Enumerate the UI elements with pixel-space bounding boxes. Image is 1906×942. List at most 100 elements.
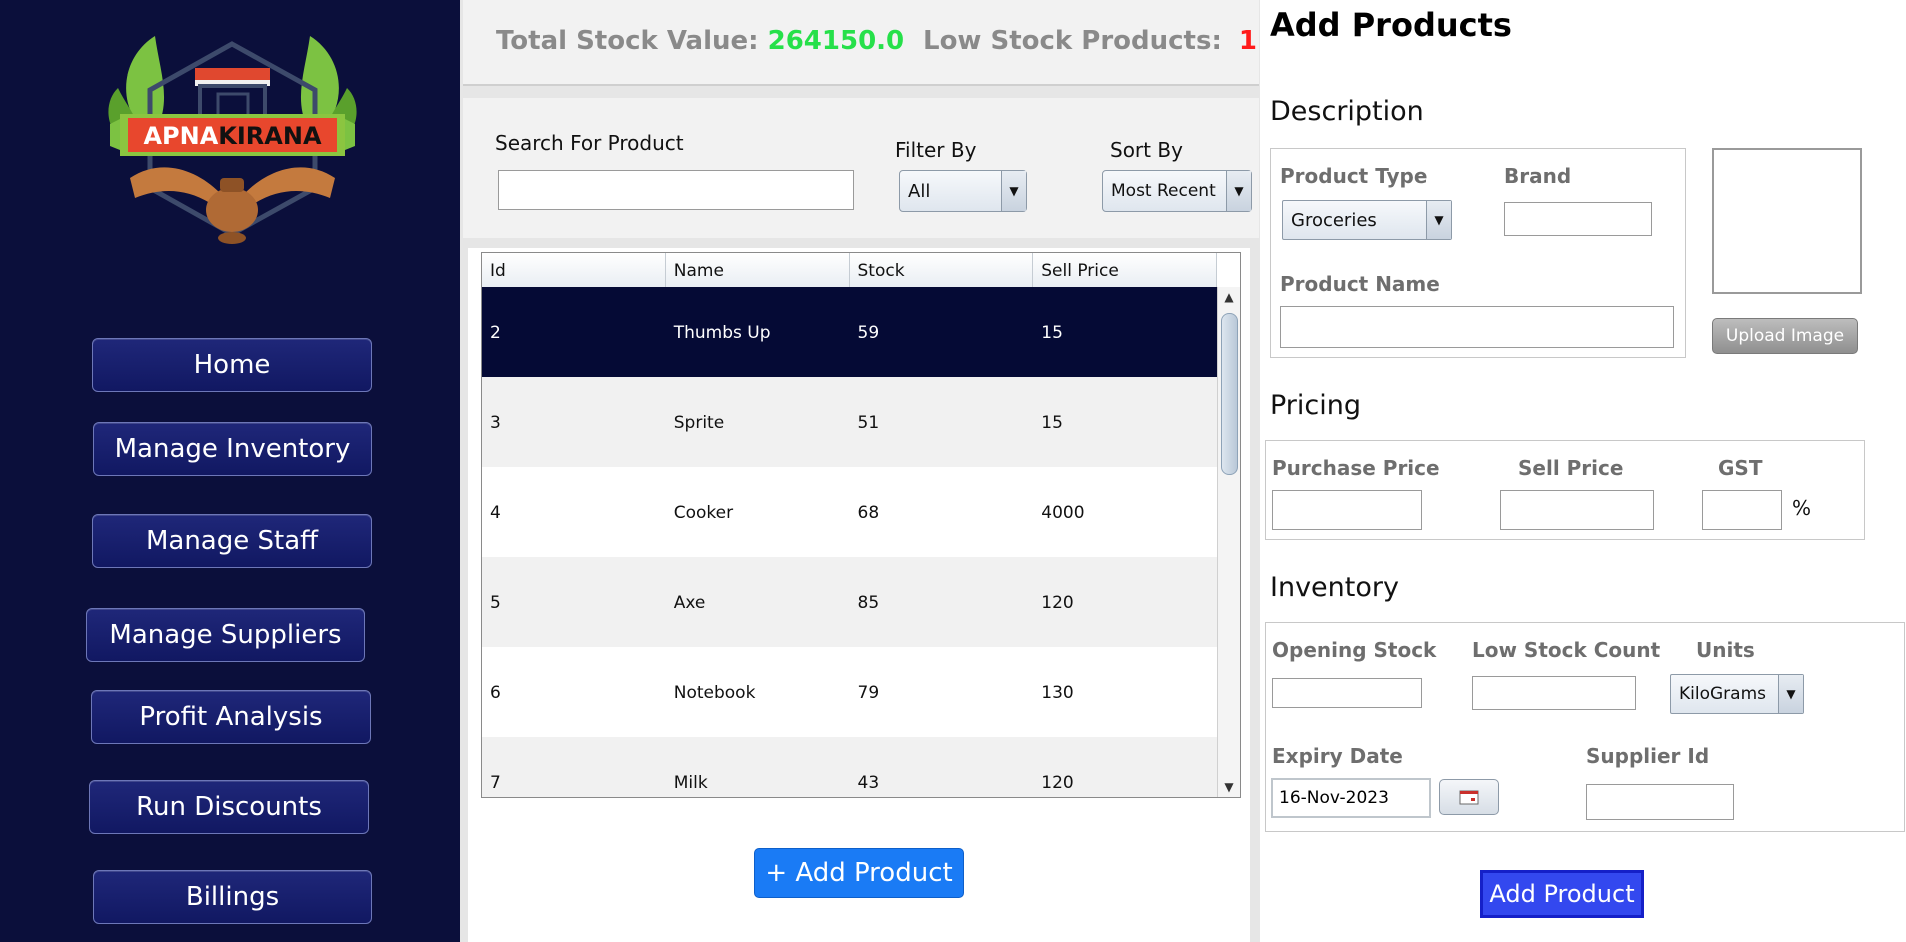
opening-stock-label: Opening Stock bbox=[1272, 638, 1437, 662]
logo-text: APNAKIRANA bbox=[143, 122, 321, 150]
chevron-down-icon: ▼ bbox=[1778, 675, 1803, 713]
table-row[interactable]: 6 Notebook 79 130 bbox=[482, 647, 1217, 737]
cell-sell-price: 4000 bbox=[1041, 503, 1085, 523]
gst-label: GST bbox=[1718, 456, 1763, 480]
product-name-label: Product Name bbox=[1280, 272, 1440, 296]
units-dropdown[interactable]: KiloGrams ▼ bbox=[1670, 674, 1804, 714]
product-name-input[interactable] bbox=[1280, 306, 1674, 348]
table-body: 2 Thumbs Up 59 15 3 Sprite 51 15 4 Cooke… bbox=[482, 287, 1217, 797]
upload-image-button[interactable]: Upload Image bbox=[1712, 318, 1858, 354]
inventory-heading: Inventory bbox=[1270, 572, 1399, 603]
filter-panel: Search For Product Filter By All ▼ Sort … bbox=[463, 98, 1259, 238]
low-stock-label: Low Stock Products: bbox=[923, 26, 1222, 56]
products-table: Id Name Stock Sell Price 2 Thumbs Up 59 … bbox=[481, 252, 1241, 798]
cell-id: 7 bbox=[490, 773, 501, 793]
upload-image-label: Upload Image bbox=[1725, 326, 1845, 346]
brand-input[interactable] bbox=[1504, 202, 1652, 236]
search-input[interactable] bbox=[498, 170, 854, 210]
table-row[interactable]: 3 Sprite 51 15 bbox=[482, 377, 1217, 467]
column-header-sell-price[interactable]: Sell Price bbox=[1033, 253, 1217, 287]
cell-name: Thumbs Up bbox=[673, 323, 771, 343]
cell-sell-price: 130 bbox=[1041, 683, 1074, 703]
units-label: Units bbox=[1696, 638, 1755, 662]
sidebar: APNAKIRANA Home Manage Inventory Manage … bbox=[0, 0, 460, 942]
gst-percent-sign: % bbox=[1792, 496, 1812, 520]
supplier-id-label: Supplier Id bbox=[1586, 744, 1710, 768]
brand-label: Brand bbox=[1504, 164, 1572, 188]
cell-stock: 59 bbox=[857, 323, 880, 343]
nav-run-discounts-button[interactable]: Run Discounts bbox=[89, 780, 369, 834]
scrollbar-thumb[interactable] bbox=[1221, 313, 1238, 475]
units-value: KiloGrams bbox=[1679, 684, 1766, 704]
low-stock-count-input[interactable] bbox=[1472, 676, 1636, 710]
gst-input[interactable] bbox=[1702, 490, 1782, 530]
table-header: Id Name Stock Sell Price bbox=[482, 253, 1217, 288]
sort-dropdown[interactable]: Most Recent ▼ bbox=[1102, 170, 1252, 212]
cell-name: Sprite bbox=[673, 413, 725, 433]
product-type-dropdown[interactable]: Groceries ▼ bbox=[1282, 200, 1452, 240]
expiry-date-label: Expiry Date bbox=[1272, 744, 1403, 768]
table-row[interactable]: 5 Axe 85 120 bbox=[482, 557, 1217, 647]
cell-stock: 79 bbox=[857, 683, 880, 703]
scroll-down-icon[interactable]: ▼ bbox=[1218, 777, 1240, 797]
filter-value: All bbox=[908, 180, 931, 202]
total-stock-value: Total Stock Value: 264150.0 bbox=[496, 26, 904, 56]
cell-name: Axe bbox=[673, 593, 706, 613]
column-header-name[interactable]: Name bbox=[666, 253, 850, 287]
low-stock-products: Low Stock Products: 1 bbox=[923, 26, 1257, 56]
total-stock-amount: 264150.0 bbox=[767, 26, 905, 56]
chevron-down-icon: ▼ bbox=[1226, 171, 1251, 211]
column-header-stock[interactable]: Stock bbox=[850, 253, 1034, 287]
search-label: Search For Product bbox=[495, 131, 684, 155]
cell-name: Milk bbox=[673, 773, 708, 793]
cell-id: 4 bbox=[490, 503, 501, 523]
cell-sell-price: 15 bbox=[1041, 323, 1063, 343]
total-stock-label: Total Stock Value: bbox=[496, 26, 759, 56]
add-product-button[interactable]: + Add Product bbox=[754, 848, 964, 898]
purchase-price-input[interactable] bbox=[1272, 490, 1422, 530]
supplier-id-input[interactable] bbox=[1586, 784, 1734, 820]
cell-name: Notebook bbox=[673, 683, 756, 703]
table-row[interactable]: 7 Milk 43 120 bbox=[482, 737, 1217, 797]
nav-home-button[interactable]: Home bbox=[92, 338, 372, 392]
nav-manage-suppliers-button[interactable]: Manage Suppliers bbox=[86, 608, 365, 662]
table-row[interactable]: 2 Thumbs Up 59 15 bbox=[482, 287, 1217, 377]
scroll-up-icon[interactable]: ▲ bbox=[1218, 287, 1240, 307]
cell-stock: 43 bbox=[857, 773, 880, 793]
column-header-id[interactable]: Id bbox=[482, 253, 666, 287]
cell-sell-price: 120 bbox=[1041, 593, 1074, 613]
sell-price-label: Sell Price bbox=[1518, 456, 1624, 480]
cell-stock: 85 bbox=[857, 593, 880, 613]
nav-billings-label: Billings bbox=[185, 882, 280, 912]
nav-manage-staff-label: Manage Staff bbox=[145, 526, 319, 556]
add-product-label: + Add Product bbox=[765, 858, 953, 888]
cell-id: 2 bbox=[490, 323, 501, 343]
stats-bar: Total Stock Value: 264150.0 Low Stock Pr… bbox=[463, 0, 1259, 86]
nav-manage-suppliers-label: Manage Suppliers bbox=[109, 620, 342, 650]
filter-label: Filter By bbox=[895, 138, 977, 162]
chevron-down-icon: ▼ bbox=[1426, 201, 1451, 239]
cell-id: 3 bbox=[490, 413, 501, 433]
nav-manage-staff-button[interactable]: Manage Staff bbox=[92, 514, 372, 568]
opening-stock-input[interactable] bbox=[1272, 678, 1422, 708]
table-scrollbar[interactable]: ▲ ▼ bbox=[1217, 287, 1240, 797]
nav-profit-analysis-button[interactable]: Profit Analysis bbox=[91, 690, 371, 744]
cell-id: 6 bbox=[490, 683, 501, 703]
filter-dropdown[interactable]: All ▼ bbox=[899, 170, 1027, 212]
product-image-preview bbox=[1712, 148, 1862, 294]
submit-add-product-button[interactable]: Add Product bbox=[1480, 870, 1644, 918]
nav-home-label: Home bbox=[193, 350, 271, 380]
cell-stock: 68 bbox=[857, 503, 880, 523]
nav-manage-inventory-button[interactable]: Manage Inventory bbox=[93, 422, 372, 476]
date-picker-button[interactable] bbox=[1439, 779, 1499, 815]
expiry-date-input[interactable]: 16-Nov-2023 bbox=[1271, 778, 1431, 818]
sort-value: Most Recent bbox=[1111, 181, 1216, 201]
cell-id: 5 bbox=[490, 593, 501, 613]
table-row[interactable]: 4 Cooker 68 4000 bbox=[482, 467, 1217, 557]
expiry-date-value: 16-Nov-2023 bbox=[1279, 788, 1389, 808]
cell-sell-price: 120 bbox=[1041, 773, 1074, 793]
product-type-value: Groceries bbox=[1291, 209, 1377, 231]
sell-price-input[interactable] bbox=[1500, 490, 1654, 530]
nav-billings-button[interactable]: Billings bbox=[93, 870, 372, 924]
cell-sell-price: 15 bbox=[1041, 413, 1063, 433]
